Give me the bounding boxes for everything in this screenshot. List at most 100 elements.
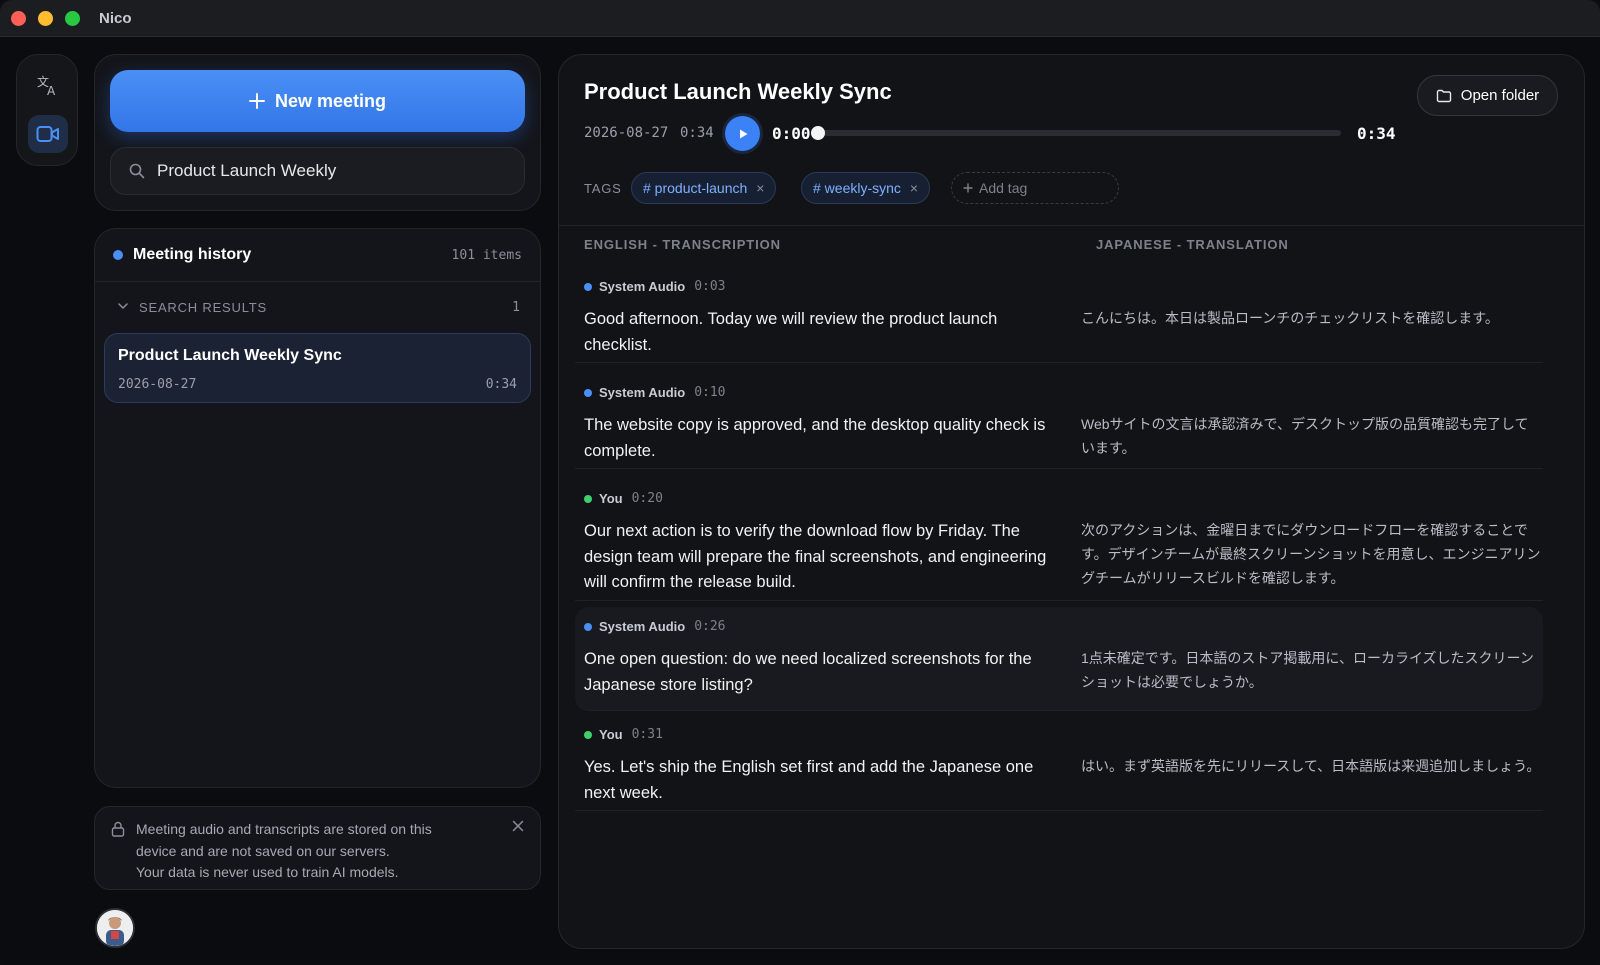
japanese-text: 次のアクションは、金曜日までにダウンロードフローを確認することです。デザインチー… xyxy=(1081,522,1541,586)
translate-icon: 文 A xyxy=(37,74,56,98)
svg-text:A: A xyxy=(47,84,56,98)
meeting-history-count: 101 items xyxy=(451,248,522,263)
history-dot-icon xyxy=(113,250,123,260)
meeting-history-panel: Meeting history 101 items SEARCH RESULTS… xyxy=(94,228,541,788)
privacy-line-1: Meeting audio and transcripts are stored… xyxy=(136,821,432,837)
segment-time: 0:20 xyxy=(631,491,663,506)
speaker-dot-icon xyxy=(584,282,592,291)
segment-speaker: You 0:20 xyxy=(584,491,663,506)
speaker-name: System Audio xyxy=(599,619,686,634)
plus-icon xyxy=(963,183,973,193)
nav-rail: 文 A xyxy=(16,54,78,166)
japanese-text: Webサイトの文言は承認済みで、デスクトップ版の品質確認も完了しています。 xyxy=(1081,416,1529,456)
meeting-item-title: Product Launch Weekly Sync xyxy=(118,347,342,364)
meeting-history-title: Meeting history xyxy=(133,246,252,263)
open-folder-button[interactable]: Open folder xyxy=(1417,75,1558,116)
speaker-name: System Audio xyxy=(599,279,686,294)
play-button[interactable] xyxy=(725,116,760,151)
segment-speaker: System Audio 0:03 xyxy=(584,279,726,294)
search-input[interactable] xyxy=(157,161,507,181)
header-divider xyxy=(559,225,1584,226)
title-bar: Nico xyxy=(0,0,1600,37)
meeting-title: Product Launch Weekly Sync xyxy=(584,79,892,104)
close-window-button[interactable] xyxy=(11,11,26,26)
speaker-dot-icon xyxy=(584,730,592,739)
speaker-name: System Audio xyxy=(599,385,686,400)
english-text: Yes. Let's ship the English set first an… xyxy=(584,758,1034,802)
segment-speaker: System Audio 0:26 xyxy=(584,619,726,634)
chevron-down-icon xyxy=(118,303,128,309)
segment-time: 0:31 xyxy=(631,727,663,742)
segment-speaker: System Audio 0:10 xyxy=(584,385,726,400)
meeting-item-date: 2026-08-27 xyxy=(118,377,197,392)
privacy-line-3: Your data is never used to train AI mode… xyxy=(136,864,399,880)
transcript-segment[interactable]: System Audio 0:10 The website copy is ap… xyxy=(575,373,1543,469)
tags-label: TAGS xyxy=(584,181,622,196)
segment-time: 0:03 xyxy=(694,279,726,294)
meeting-duration: 0:34 xyxy=(680,125,714,141)
meeting-item-duration: 0:34 xyxy=(485,377,517,392)
english-column-header: ENGLISH - TRANSCRIPTION xyxy=(584,237,781,252)
avatar-image xyxy=(97,910,133,946)
english-text: Good afternoon. Today we will review the… xyxy=(584,310,998,354)
japanese-column-header: JAPANESE - TRANSLATION xyxy=(1096,237,1289,252)
tag-product-launch[interactable]: # product-launch × xyxy=(631,172,777,204)
meeting-list-item[interactable]: Product Launch Weekly Sync 2026-08-27 0:… xyxy=(104,333,531,403)
meetings-nav-button[interactable] xyxy=(28,115,68,153)
privacy-line-2: device and are not saved on our servers. xyxy=(136,842,390,859)
add-tag-input[interactable]: Add tag xyxy=(951,172,1119,204)
app-title: Nico xyxy=(99,10,132,27)
segment-speaker: You 0:31 xyxy=(584,727,663,742)
close-icon[interactable] xyxy=(512,820,524,832)
japanese-text: はい。まず英語版を先にリリースして、日本語版は来週追加しましょう。 xyxy=(1081,758,1541,774)
privacy-text: Meeting audio and transcripts are stored… xyxy=(136,819,496,884)
play-icon xyxy=(739,129,747,138)
lock-icon xyxy=(111,821,125,837)
zoom-window-button[interactable] xyxy=(65,11,80,26)
video-icon xyxy=(36,126,59,142)
tag-weekly-sync[interactable]: # weekly-sync × xyxy=(801,172,931,204)
english-text: The website copy is approved, and the de… xyxy=(584,416,1046,460)
english-text: One open question: do we need localized … xyxy=(584,650,1032,694)
plus-icon xyxy=(248,93,265,109)
japanese-text: こんにちは。本日は製品ローンチのチェックリストを確認します。 xyxy=(1081,310,1499,326)
speaker-name: You xyxy=(599,491,623,506)
search-box[interactable] xyxy=(110,147,525,195)
user-avatar[interactable] xyxy=(95,908,135,948)
segment-time: 0:26 xyxy=(694,619,726,634)
transcript-segment[interactable]: System Audio 0:03 Good afternoon. Today … xyxy=(575,267,1543,363)
english-text: Our next action is to verify the downloa… xyxy=(584,522,1047,591)
tag-label: # product-launch xyxy=(643,180,748,196)
segment-time: 0:10 xyxy=(694,385,726,400)
transcript-segment-active[interactable]: System Audio 0:26 One open question: do … xyxy=(575,607,1543,711)
tag-label: # weekly-sync xyxy=(813,180,901,196)
speaker-dot-icon xyxy=(584,622,592,631)
search-icon xyxy=(129,163,145,179)
playback-slider-thumb[interactable] xyxy=(811,126,825,140)
open-folder-label: Open folder xyxy=(1460,87,1540,104)
japanese-text: 1点未確定です。日本語のストア掲載用に、ローカライズしたスクリーンショットは必要… xyxy=(1081,650,1534,690)
add-tag-placeholder: Add tag xyxy=(979,180,1028,196)
transcript-segment[interactable]: You 0:31 Yes. Let's ship the English set… xyxy=(575,715,1543,811)
remove-tag-icon[interactable]: × xyxy=(756,180,764,196)
meeting-detail-panel: Product Launch Weekly Sync Open folder 2… xyxy=(558,54,1585,949)
search-results-label: SEARCH RESULTS xyxy=(139,300,267,315)
transcript-segment[interactable]: You 0:20 Our next action is to verify th… xyxy=(575,479,1543,601)
speaker-dot-icon xyxy=(584,494,592,503)
translate-nav-button[interactable]: 文 A xyxy=(28,67,68,105)
remove-tag-icon[interactable]: × xyxy=(910,180,918,196)
new-meeting-card: New meeting xyxy=(94,54,541,211)
meeting-history-header: Meeting history 101 items xyxy=(95,229,540,282)
search-results-section-toggle[interactable]: SEARCH RESULTS 1 xyxy=(95,298,540,318)
playback-slider[interactable] xyxy=(811,126,1341,140)
current-time: 0:00 xyxy=(772,124,811,143)
app-window: Nico 文 A New meeting Product Launch Week… xyxy=(0,0,1600,965)
minimize-window-button[interactable] xyxy=(38,11,53,26)
speaker-name: You xyxy=(599,727,623,742)
speaker-dot-icon xyxy=(584,388,592,397)
privacy-notice: Meeting audio and transcripts are stored… xyxy=(94,806,541,890)
folder-icon xyxy=(1436,89,1451,102)
search-results-count: 1 xyxy=(512,300,520,315)
new-meeting-label: New meeting xyxy=(274,90,387,111)
new-meeting-button[interactable]: New meeting xyxy=(110,70,525,132)
